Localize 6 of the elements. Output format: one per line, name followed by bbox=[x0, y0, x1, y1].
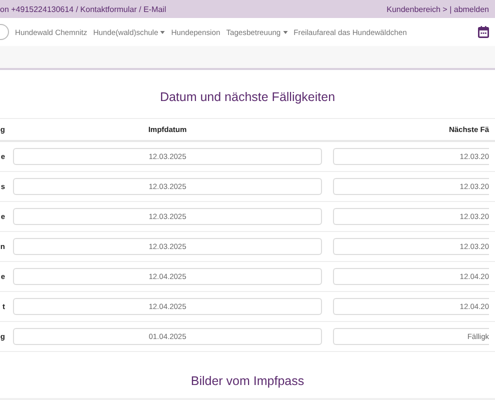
calendar-icon[interactable] bbox=[478, 26, 489, 38]
contact-links[interactable]: on +4915224130614 / Kontaktformular / E-Mail bbox=[0, 4, 166, 14]
logo-icon bbox=[0, 24, 9, 40]
account-links[interactable]: Kundenbereich > | abmelden bbox=[386, 4, 489, 14]
section-title: Bilder vom Impfpass bbox=[190, 374, 306, 390]
section-title: Datum und nächste Fälligkeiten bbox=[158, 90, 336, 106]
